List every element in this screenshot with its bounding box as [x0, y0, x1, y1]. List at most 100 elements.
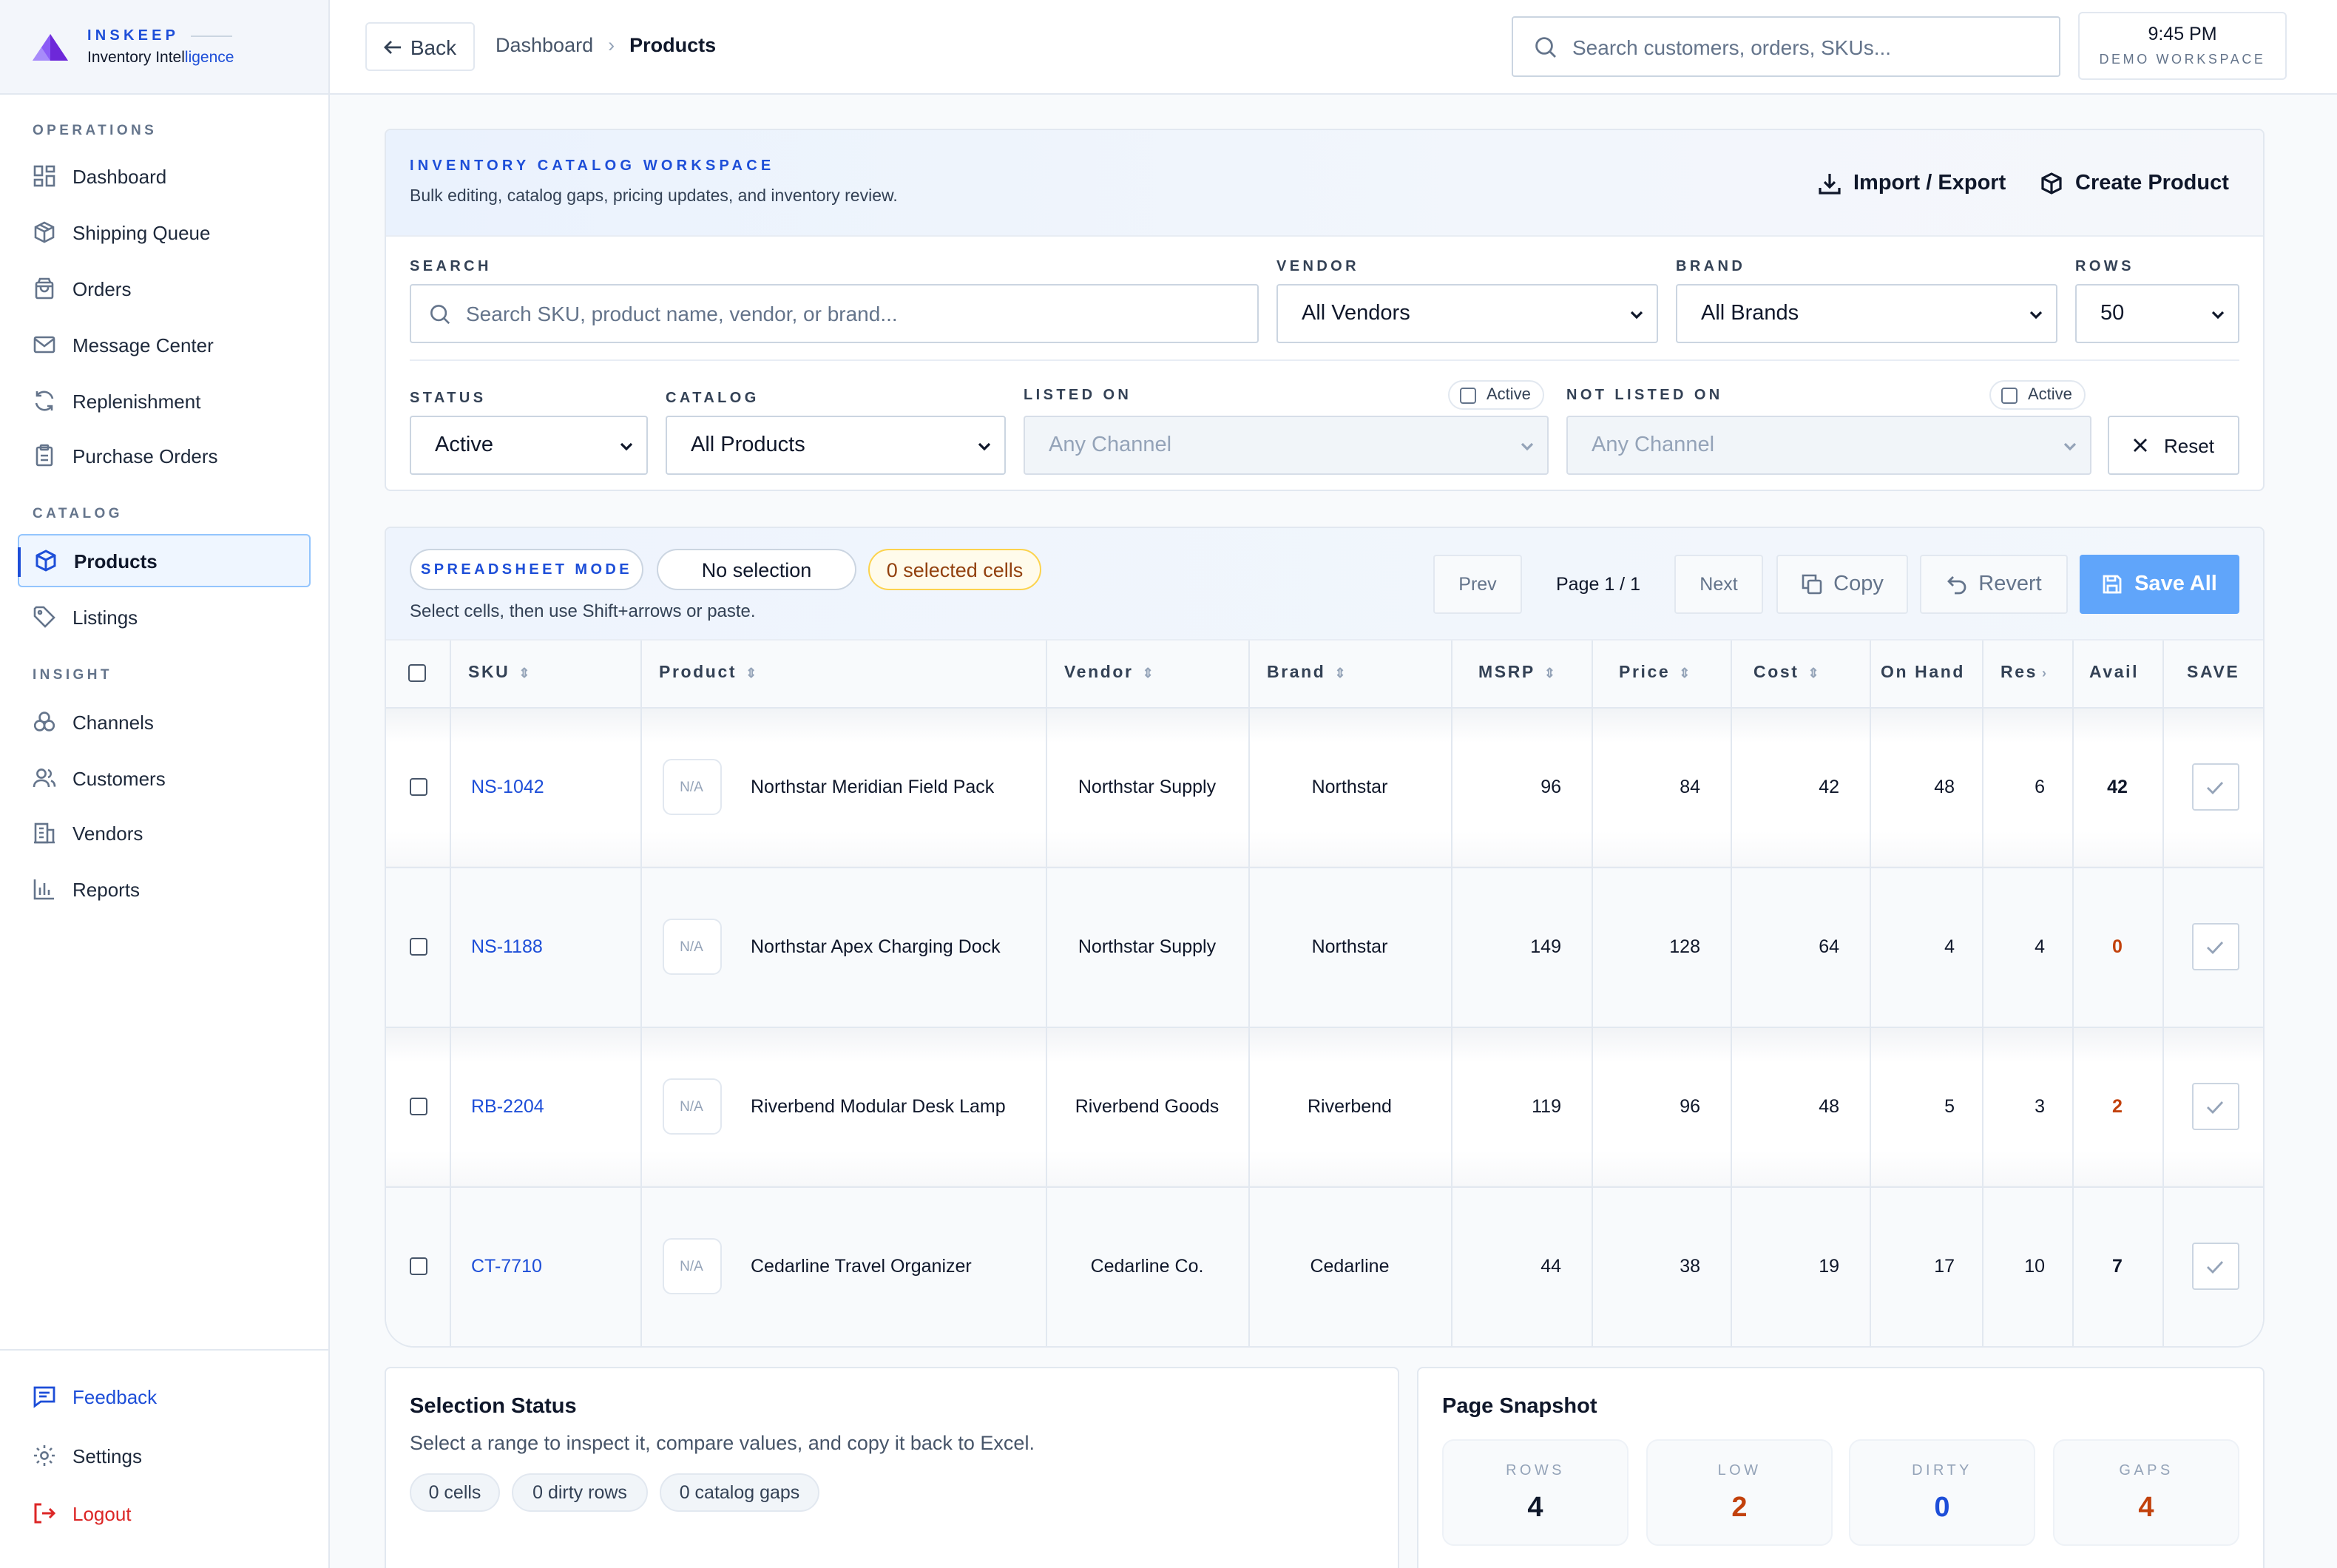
- sidebar-item-customers[interactable]: Customers: [18, 751, 311, 805]
- sku-cell[interactable]: NS-1188: [450, 867, 641, 1027]
- vendor-cell[interactable]: Riverbend Goods: [1046, 1027, 1249, 1187]
- reserved-cell[interactable]: 3: [1982, 1027, 2073, 1187]
- sidebar-item-message-center[interactable]: Message Center: [18, 318, 311, 371]
- sidebar-item-purchase-orders[interactable]: Purchase Orders: [18, 429, 311, 482]
- sku-link[interactable]: RB-2204: [471, 1096, 544, 1117]
- column-header-on-hand[interactable]: On Hand: [1870, 641, 1983, 708]
- rows-select[interactable]: 50: [2075, 284, 2239, 343]
- checkbox[interactable]: [1460, 387, 1476, 403]
- revert-button[interactable]: Revert: [1920, 555, 2068, 614]
- prev-page-button[interactable]: Prev: [1433, 555, 1522, 614]
- column-header-msrp[interactable]: MSRP ⇕: [1451, 641, 1592, 708]
- sku-cell[interactable]: RB-2204: [450, 1027, 641, 1187]
- vendor-cell[interactable]: Cedarline Co.: [1046, 1186, 1249, 1346]
- product-cell[interactable]: N/A Cedarline Travel Organizer: [640, 1186, 1046, 1346]
- not-listed-on-select[interactable]: Any Channel: [1566, 416, 2091, 475]
- table-row[interactable]: CT-7710 N/A Cedarline Travel Organizer Ceda…: [386, 1186, 2263, 1346]
- sidebar-item-replenishment[interactable]: Replenishment: [18, 374, 311, 428]
- select-all-checkbox[interactable]: [408, 664, 426, 683]
- vendor-cell[interactable]: Northstar Supply: [1046, 867, 1249, 1027]
- row-save-button[interactable]: [2191, 1083, 2239, 1130]
- on-hand-cell[interactable]: 17: [1870, 1186, 1983, 1346]
- sidebar-item-dashboard[interactable]: Dashboard: [18, 149, 311, 203]
- brand-cell[interactable]: Cedarline: [1248, 1186, 1452, 1346]
- row-checkbox[interactable]: [410, 1098, 427, 1115]
- sidebar-item-shipping-queue[interactable]: Shipping Queue: [18, 206, 311, 259]
- checkbox[interactable]: [2001, 387, 2018, 403]
- product-cell[interactable]: N/A Northstar Apex Charging Dock: [640, 867, 1046, 1027]
- sku-cell[interactable]: NS-1042: [450, 707, 641, 868]
- sidebar-item-orders[interactable]: Orders: [18, 262, 311, 315]
- logout-link[interactable]: Logout: [18, 1487, 311, 1540]
- table-row[interactable]: NS-1188 N/A Northstar Apex Charging Dock No…: [386, 867, 2263, 1027]
- reserved-cell[interactable]: 10: [1982, 1186, 2073, 1346]
- listed-on-select[interactable]: Any Channel: [1024, 416, 1549, 475]
- sidebar-item-reports[interactable]: Reports: [18, 862, 311, 916]
- sku-link[interactable]: CT-7710: [471, 1256, 542, 1277]
- row-checkbox[interactable]: [410, 778, 427, 796]
- column-header-price[interactable]: Price ⇕: [1592, 641, 1731, 708]
- listed-on-active-toggle[interactable]: Active: [1448, 380, 1544, 410]
- row-save-button[interactable]: [2191, 1243, 2239, 1290]
- settings-link[interactable]: Settings: [18, 1429, 311, 1482]
- sku-cell[interactable]: CT-7710: [450, 1186, 641, 1346]
- on-hand-cell[interactable]: 5: [1870, 1027, 1983, 1187]
- cost-cell[interactable]: 19: [1731, 1186, 1870, 1346]
- msrp-cell[interactable]: 119: [1451, 1027, 1592, 1187]
- reserved-cell[interactable]: 6: [1982, 707, 2073, 868]
- vendor-select[interactable]: All Vendors: [1276, 284, 1658, 343]
- price-cell[interactable]: 84: [1592, 707, 1731, 868]
- column-header-avail[interactable]: Avail: [2072, 641, 2163, 708]
- sidebar-item-listings[interactable]: Listings: [18, 590, 311, 643]
- brand-cell[interactable]: Riverbend: [1248, 1027, 1452, 1187]
- feedback-link[interactable]: Feedback: [18, 1370, 311, 1423]
- reserved-cell[interactable]: 4: [1982, 867, 2073, 1027]
- import-export-button[interactable]: Import / Export: [1818, 172, 2006, 195]
- copy-button[interactable]: Copy: [1776, 555, 1908, 614]
- catalog-select[interactable]: All Products: [666, 416, 1006, 475]
- price-cell[interactable]: 128: [1592, 867, 1731, 1027]
- brand-cell[interactable]: Northstar: [1248, 867, 1452, 1027]
- sidebar-item-channels[interactable]: Channels: [18, 695, 311, 748]
- table-row[interactable]: NS-1042 N/A Northstar Meridian Field Pack N…: [386, 707, 2263, 868]
- cost-cell[interactable]: 42: [1731, 707, 1870, 868]
- column-header-vendor[interactable]: Vendor ⇕: [1046, 641, 1249, 708]
- reset-button[interactable]: Reset: [2108, 416, 2239, 475]
- breadcrumb-dashboard[interactable]: Dashboard: [496, 34, 593, 56]
- spreadsheet-mode-badge[interactable]: SPREADSHEET MODE: [410, 549, 643, 590]
- save-all-button[interactable]: Save All: [2080, 555, 2239, 614]
- column-header-sku[interactable]: SKU ⇕: [450, 641, 641, 708]
- msrp-cell[interactable]: 149: [1451, 867, 1592, 1027]
- msrp-cell[interactable]: 96: [1451, 707, 1592, 868]
- brand-select[interactable]: All Brands: [1676, 284, 2057, 343]
- price-cell[interactable]: 38: [1592, 1186, 1731, 1346]
- msrp-cell[interactable]: 44: [1451, 1186, 1592, 1346]
- column-header-brand[interactable]: Brand ⇕: [1248, 641, 1452, 708]
- table-row[interactable]: RB-2204 N/A Riverbend Modular Desk Lamp Riv…: [386, 1027, 2263, 1187]
- status-select[interactable]: Active: [410, 416, 648, 475]
- cost-cell[interactable]: 48: [1731, 1027, 1870, 1187]
- create-product-button[interactable]: Create Product: [2040, 172, 2229, 195]
- product-cell[interactable]: N/A Northstar Meridian Field Pack: [640, 707, 1046, 868]
- on-hand-cell[interactable]: 4: [1870, 867, 1983, 1027]
- cost-cell[interactable]: 64: [1731, 867, 1870, 1027]
- row-checkbox[interactable]: [410, 938, 427, 956]
- sidebar-item-vendors[interactable]: Vendors: [18, 806, 311, 859]
- not-listed-active-toggle[interactable]: Active: [1989, 380, 2086, 410]
- column-header-res[interactable]: Res ›: [1982, 641, 2073, 708]
- back-button[interactable]: Back: [365, 22, 475, 71]
- on-hand-cell[interactable]: 48: [1870, 707, 1983, 868]
- row-save-button[interactable]: [2191, 763, 2239, 811]
- product-cell[interactable]: N/A Riverbend Modular Desk Lamp: [640, 1027, 1046, 1187]
- price-cell[interactable]: 96: [1592, 1027, 1731, 1187]
- sku-link[interactable]: NS-1188: [471, 936, 543, 957]
- column-header-product[interactable]: Product ⇕: [640, 641, 1046, 708]
- column-header-cost[interactable]: Cost ⇕: [1731, 641, 1870, 708]
- product-search-input[interactable]: [466, 302, 1257, 325]
- brand-cell[interactable]: Northstar: [1248, 707, 1452, 868]
- row-checkbox[interactable]: [410, 1257, 427, 1275]
- next-page-button[interactable]: Next: [1674, 555, 1763, 614]
- sku-link[interactable]: NS-1042: [471, 777, 544, 797]
- row-save-button[interactable]: [2191, 923, 2239, 970]
- global-search-input[interactable]: [1572, 35, 2059, 58]
